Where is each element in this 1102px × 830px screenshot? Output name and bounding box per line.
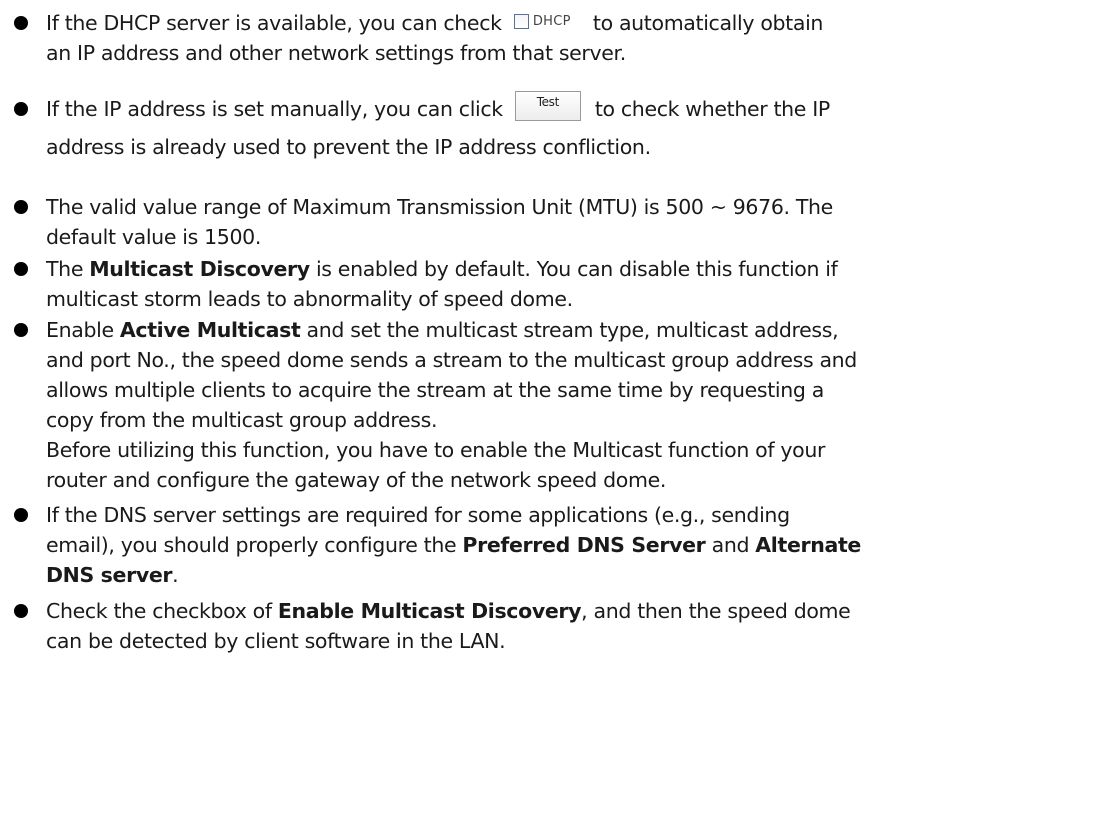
bullet-icon: [14, 200, 28, 214]
dhcp-checkbox-widget[interactable]: DHCP: [513, 6, 571, 37]
bullet-icon: [14, 604, 28, 618]
dhcp-text-start: If the DHCP server is available, you can…: [46, 11, 502, 35]
test-button[interactable]: Test: [514, 91, 581, 121]
dhcp-text-line2: an IP address and other network settings…: [46, 41, 626, 65]
bullet-icon: [14, 16, 28, 30]
enable-discovery-text-line2: can be detected by client software in th…: [46, 629, 506, 653]
list-item-dns: If the DNS server settings are required …: [14, 500, 1092, 590]
mtu-text-line2: default value is 1500.: [46, 225, 262, 249]
dhcp-text-end: to automatically obtain: [592, 11, 824, 35]
manual-ip-text-start: If the IP address is set manually, you c…: [46, 97, 503, 121]
multicast-discovery-term: Multicast Discovery: [89, 257, 310, 281]
multicast-discovery-text-line2: multicast storm leads to abnormality of …: [46, 287, 573, 311]
active-multicast-text-line6: router and configure the gateway of the …: [46, 468, 667, 492]
active-multicast-term: Active Multicast: [119, 318, 301, 342]
document-page: If the DHCP server is available, you can…: [0, 0, 1102, 830]
multicast-discovery-text-post: is enabled by default. You can disable t…: [309, 257, 838, 281]
manual-ip-text-line2: address is already used to prevent the I…: [46, 135, 651, 159]
list-item-enable-discovery: Check the checkbox of Enable Multicast D…: [14, 596, 1092, 656]
dns-text-line1: If the DNS server settings are required …: [46, 503, 790, 527]
active-multicast-text-pre: Enable: [46, 318, 120, 342]
active-multicast-text-line4: copy from the multicast group address.: [46, 408, 438, 432]
mtu-text-line1: The valid value range of Maximum Transmi…: [46, 195, 833, 219]
dns-text-post: .: [172, 563, 179, 587]
dhcp-checkbox[interactable]: [513, 14, 529, 29]
preferred-dns-term: Preferred DNS Server: [462, 533, 706, 557]
dns-text-pre: email), you should properly configure th…: [46, 533, 463, 557]
manual-ip-text-end: to check whether the IP: [594, 97, 830, 121]
bullet-icon: [14, 262, 28, 276]
list-item-active-multicast: Enable Active Multicast and set the mult…: [14, 315, 1092, 495]
alternate-term: Alternate: [755, 533, 861, 557]
list-item-mtu: The valid value range of Maximum Transmi…: [14, 192, 1092, 252]
enable-multicast-discovery-term: Enable Multicast Discovery: [277, 599, 582, 623]
bullet-icon: [14, 102, 28, 116]
active-multicast-text-line3: allows multiple clients to acquire the s…: [46, 378, 824, 402]
dhcp-checkbox-label: DHCP: [532, 13, 571, 29]
active-multicast-text-line2: and port No., the speed dome sends a str…: [46, 348, 857, 372]
bullet-icon: [14, 323, 28, 337]
dns-text-mid: and: [705, 533, 756, 557]
bullet-icon: [14, 508, 28, 522]
dns-server-term: DNS server: [46, 563, 173, 587]
list-item-dhcp: If the DHCP server is available, you can…: [14, 8, 1092, 68]
list-item-multicast-discovery: The Multicast Discovery is enabled by de…: [14, 254, 1092, 314]
multicast-discovery-text-pre: The: [46, 257, 90, 281]
active-multicast-text-line5: Before utilizing this function, you have…: [46, 438, 826, 462]
list-item-manual-ip: If the IP address is set manually, you c…: [14, 91, 1092, 162]
active-multicast-text-post: and set the multicast stream type, multi…: [300, 318, 839, 342]
enable-discovery-text-pre: Check the checkbox of: [46, 599, 278, 623]
enable-discovery-text-post: , and then the speed dome: [581, 599, 851, 623]
